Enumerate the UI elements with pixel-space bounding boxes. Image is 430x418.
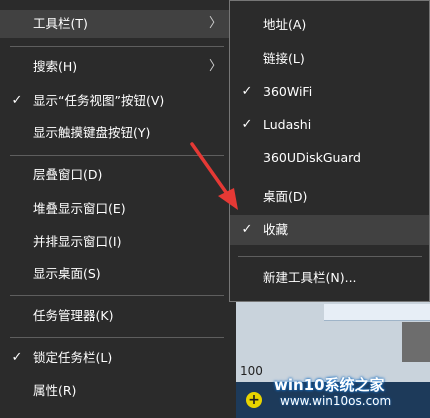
submenu-item-favorites[interactable]: ✓ 收藏 xyxy=(230,215,429,245)
submenu-item-new-toolbar[interactable]: 新建工具栏(N)... xyxy=(230,264,429,292)
chevron-right-icon: 〉 xyxy=(208,16,222,31)
submenu-item-label: 桌面(D) xyxy=(263,189,308,204)
submenu-separator xyxy=(238,256,422,257)
menu-item-side-by-side[interactable]: 并排显示窗口(I) xyxy=(0,228,234,256)
submenu-item-label: 360WiFi xyxy=(263,84,313,99)
menu-separator xyxy=(10,295,224,296)
menu-item-label: 堆叠显示窗口(E) xyxy=(33,201,126,216)
menu-item-show-desktop[interactable]: 显示桌面(S) xyxy=(0,260,234,288)
menu-item-label: 显示桌面(S) xyxy=(33,266,101,281)
menu-item-label: 工具栏(T) xyxy=(33,16,88,31)
menu-item-label: 层叠窗口(D) xyxy=(33,167,103,182)
menu-item-label: 显示“任务视图”按钮(V) xyxy=(33,93,165,108)
menu-item-properties[interactable]: 属性(R) xyxy=(0,377,234,405)
menu-item-label: 锁定任务栏(L) xyxy=(33,350,113,365)
background-toolbar xyxy=(324,304,430,321)
menu-item-label: 搜索(H) xyxy=(33,59,78,74)
submenu-item-360udiskguard[interactable]: 360UDiskGuard xyxy=(230,144,429,172)
submenu-item-label: 收藏 xyxy=(263,222,289,237)
menu-item-label: 并排显示窗口(I) xyxy=(33,234,122,249)
chevron-right-icon: 〉 xyxy=(208,59,222,74)
menu-item-show-task-view[interactable]: ✓ 显示“任务视图”按钮(V) xyxy=(0,87,234,115)
menu-separator xyxy=(10,337,224,338)
menu-separator xyxy=(10,46,224,47)
submenu-item-label: 链接(L) xyxy=(263,51,305,66)
check-icon: ✓ xyxy=(241,84,253,99)
menu-item-label: 属性(R) xyxy=(33,383,77,398)
background-scrollbar xyxy=(402,322,430,362)
submenu-item-label: 新建工具栏(N)... xyxy=(263,270,357,285)
menu-item-toolbars[interactable]: 工具栏(T) 〉 xyxy=(0,10,234,38)
submenu-item-360wifi[interactable]: ✓ 360WiFi xyxy=(230,78,429,106)
annotation-arrow-icon xyxy=(190,142,238,210)
submenu-item-desktop[interactable]: 桌面(D) xyxy=(230,183,429,211)
submenu-item-ludashi[interactable]: ✓ Ludashi xyxy=(230,111,429,139)
background-number: 100 xyxy=(240,364,263,378)
submenu-item-label: 地址(A) xyxy=(263,17,307,32)
submenu-item-address[interactable]: 地址(A) xyxy=(230,11,429,39)
check-icon: ✓ xyxy=(241,117,253,132)
menu-item-lock-taskbar[interactable]: ✓ 锁定任务栏(L) xyxy=(0,344,234,372)
menu-item-label: 任务管理器(K) xyxy=(33,308,114,323)
menu-item-task-manager[interactable]: 任务管理器(K) xyxy=(0,302,234,330)
submenu-item-label: 360UDiskGuard xyxy=(263,150,361,165)
plus-icon: + xyxy=(246,392,262,408)
submenu-item-label: Ludashi xyxy=(263,117,312,132)
menu-item-search[interactable]: 搜索(H) 〉 xyxy=(0,53,234,81)
check-icon: ✓ xyxy=(11,93,23,108)
menu-item-label: 显示触摸键盘按钮(Y) xyxy=(33,125,151,140)
watermark-title: win10系统之家 xyxy=(274,376,385,394)
toolbars-submenu: 地址(A) 链接(L) ✓ 360WiFi ✓ Ludashi 360UDisk… xyxy=(229,0,430,302)
check-icon: ✓ xyxy=(11,350,23,365)
submenu-item-links[interactable]: 链接(L) xyxy=(230,45,429,73)
watermark-url: www.win10os.com xyxy=(280,394,392,408)
